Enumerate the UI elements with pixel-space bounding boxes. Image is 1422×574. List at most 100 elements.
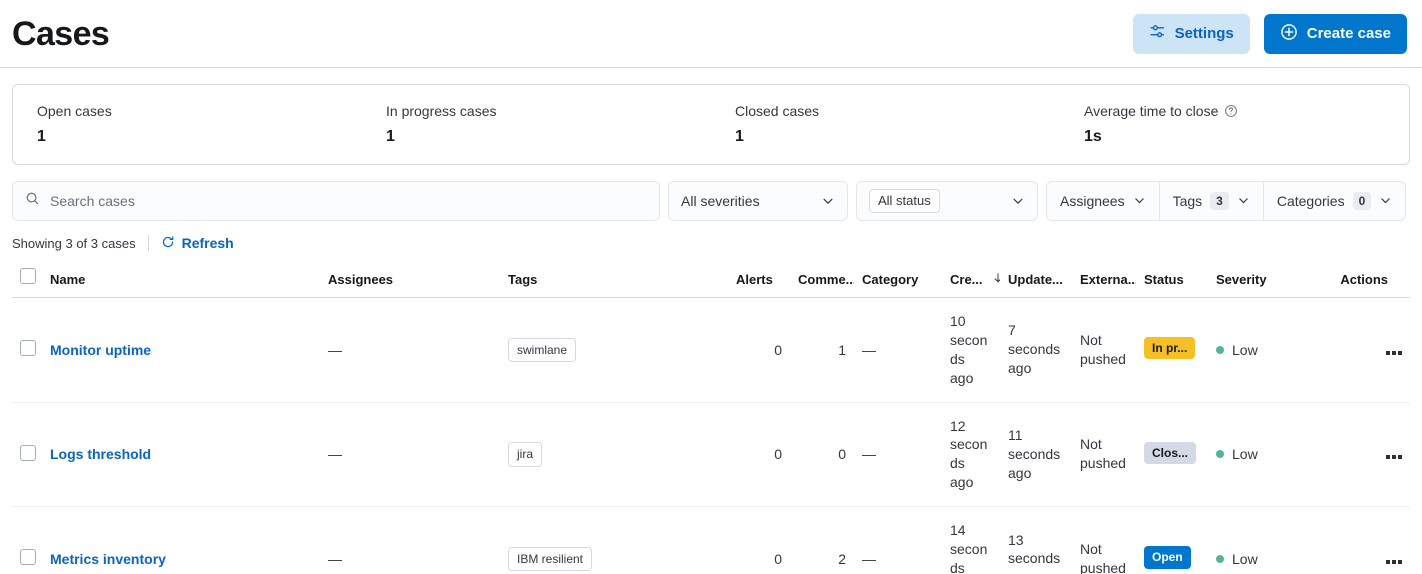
severity-dot-icon <box>1216 345 1224 354</box>
header-actions: Settings Create case <box>1132 13 1410 54</box>
results-summary-row: Showing 3 of 3 cases Refresh <box>0 221 1422 260</box>
table-row[interactable]: Monitor uptime — swimlane 0 1 — 10 secon… <box>12 297 1410 403</box>
tag-chip[interactable]: IBM resilient <box>508 546 593 572</box>
table-row[interactable]: Logs threshold — jira 0 0 — 12 seconds a… <box>12 402 1410 508</box>
chevron-down-icon <box>1379 194 1392 207</box>
cell-tags: jira <box>500 402 728 508</box>
arrow-down-icon <box>992 272 1000 287</box>
row-checkbox[interactable] <box>20 444 36 461</box>
cell-comments: 0 <box>790 402 854 508</box>
cell-created: 14 seconds ago <box>942 506 1000 574</box>
settings-button[interactable]: Settings <box>1132 13 1250 54</box>
cell-name: Metrics inventory <box>42 506 320 574</box>
cell-comments: 1 <box>790 297 854 403</box>
create-case-button[interactable]: Create case <box>1263 13 1407 54</box>
case-name-link[interactable]: Logs threshold <box>50 446 151 462</box>
severity-value: Low <box>1216 342 1300 358</box>
plus-circle-icon <box>1280 23 1298 45</box>
row-actions-menu-icon[interactable] <box>1386 559 1402 564</box>
stat-average-time-to-close-value: 1s <box>1084 127 1102 145</box>
cell-name: Logs threshold <box>42 402 320 508</box>
stat-open-cases-value: 1 <box>37 127 46 145</box>
tag-chip[interactable]: swimlane <box>508 337 577 362</box>
severity-label: Low <box>1232 341 1258 358</box>
cell-severity: Low <box>1208 297 1308 403</box>
stat-average-time-to-close-label: Average time to close <box>1084 103 1385 120</box>
select-all-header <box>12 259 42 298</box>
column-header-tags[interactable]: Tags <box>500 259 728 298</box>
tags-filter-label: Tags <box>1172 192 1203 209</box>
column-header-comments[interactable]: Comme... <box>790 259 854 298</box>
severity-value: Low <box>1216 446 1300 462</box>
chevron-down-icon <box>821 194 835 208</box>
cell-actions <box>1308 506 1410 574</box>
row-select-cell <box>12 297 42 403</box>
severity-dot-icon <box>1216 554 1224 563</box>
row-actions-menu-icon[interactable] <box>1386 455 1402 460</box>
cell-external: Not pushed <box>1072 506 1136 574</box>
case-name-link[interactable]: Metrics inventory <box>50 551 166 567</box>
categories-filter-label: Categories <box>1276 192 1345 209</box>
severity-label: Low <box>1232 446 1258 463</box>
stat-in-progress-cases-label-text: In progress cases <box>386 103 497 119</box>
severity-filter-label: All severities <box>681 192 760 209</box>
row-actions-menu-icon[interactable] <box>1386 350 1402 355</box>
status-badge[interactable]: In pr... <box>1144 337 1196 360</box>
severity-value: Low <box>1216 551 1300 567</box>
categories-filter[interactable]: Categories 0 <box>1264 182 1405 220</box>
stat-in-progress-cases: In progress cases 1 <box>362 103 711 146</box>
severity-filter[interactable]: All severities <box>668 180 848 221</box>
tag-chip[interactable]: jira <box>508 442 543 467</box>
stat-average-time-to-close: Average time to close 1s <box>1060 103 1409 146</box>
status-badge[interactable]: Clos... <box>1144 441 1197 465</box>
row-select-cell <box>12 402 42 508</box>
status-filter[interactable]: All status <box>856 180 1038 221</box>
tags-filter[interactable]: Tags 3 <box>1160 181 1264 220</box>
cell-alerts: 0 <box>728 506 790 574</box>
cell-category: — <box>854 297 942 403</box>
help-icon[interactable] <box>1224 104 1238 118</box>
cell-status: In pr... <box>1136 297 1208 403</box>
row-checkbox[interactable] <box>20 549 36 566</box>
cell-category: — <box>854 402 942 508</box>
create-case-button-label: Create case <box>1306 25 1391 42</box>
cell-severity: Low <box>1208 402 1308 508</box>
status-badge[interactable]: Open <box>1144 546 1191 569</box>
cell-external: Not pushed <box>1072 402 1136 508</box>
cell-assignees: — <box>320 506 500 574</box>
column-header-category[interactable]: Category <box>854 259 942 298</box>
table-row[interactable]: Metrics inventory — IBM resilient 0 2 — … <box>12 506 1410 574</box>
stat-in-progress-cases-label: In progress cases <box>386 103 687 120</box>
assignees-filter-label: Assignees <box>1060 192 1125 209</box>
column-header-name[interactable]: Name <box>42 259 320 298</box>
case-name-link[interactable]: Monitor uptime <box>50 342 151 358</box>
search-box[interactable] <box>12 180 660 221</box>
column-header-updated[interactable]: Update... <box>1000 259 1072 298</box>
column-header-assignees[interactable]: Assignees <box>320 259 500 298</box>
refresh-button-label: Refresh <box>181 235 234 252</box>
cell-alerts: 0 <box>728 402 790 508</box>
cell-assignees: — <box>320 402 500 508</box>
table-body: Monitor uptime — swimlane 0 1 — 10 secon… <box>12 297 1410 574</box>
column-header-status[interactable]: Status <box>1136 259 1208 298</box>
search-icon <box>25 191 40 211</box>
cases-table: Name Assignees Tags Alerts Comme... Cate… <box>12 259 1410 574</box>
stat-closed-cases: Closed cases 1 <box>711 103 1060 146</box>
column-header-external[interactable]: Externa... <box>1072 259 1136 298</box>
select-all-checkbox[interactable] <box>20 267 36 284</box>
refresh-button[interactable]: Refresh <box>161 235 234 252</box>
refresh-icon <box>161 235 175 252</box>
cell-updated: 11 seconds ago <box>1000 402 1072 508</box>
search-input[interactable] <box>50 192 647 209</box>
column-header-created[interactable]: Cre... <box>942 259 1000 298</box>
column-header-alerts[interactable]: Alerts <box>728 259 790 298</box>
row-checkbox[interactable] <box>20 340 36 357</box>
assignees-filter[interactable]: Assignees <box>1047 181 1160 220</box>
cell-created: 10 seconds ago <box>942 297 1000 403</box>
stat-average-time-to-close-label-text: Average time to close <box>1084 103 1219 119</box>
column-header-severity[interactable]: Severity <box>1208 259 1308 298</box>
table-header-row: Name Assignees Tags Alerts Comme... Cate… <box>12 259 1410 298</box>
cell-tags: swimlane <box>500 297 728 403</box>
cell-assignees: — <box>320 297 500 403</box>
stat-open-cases-label: Open cases <box>37 103 338 120</box>
